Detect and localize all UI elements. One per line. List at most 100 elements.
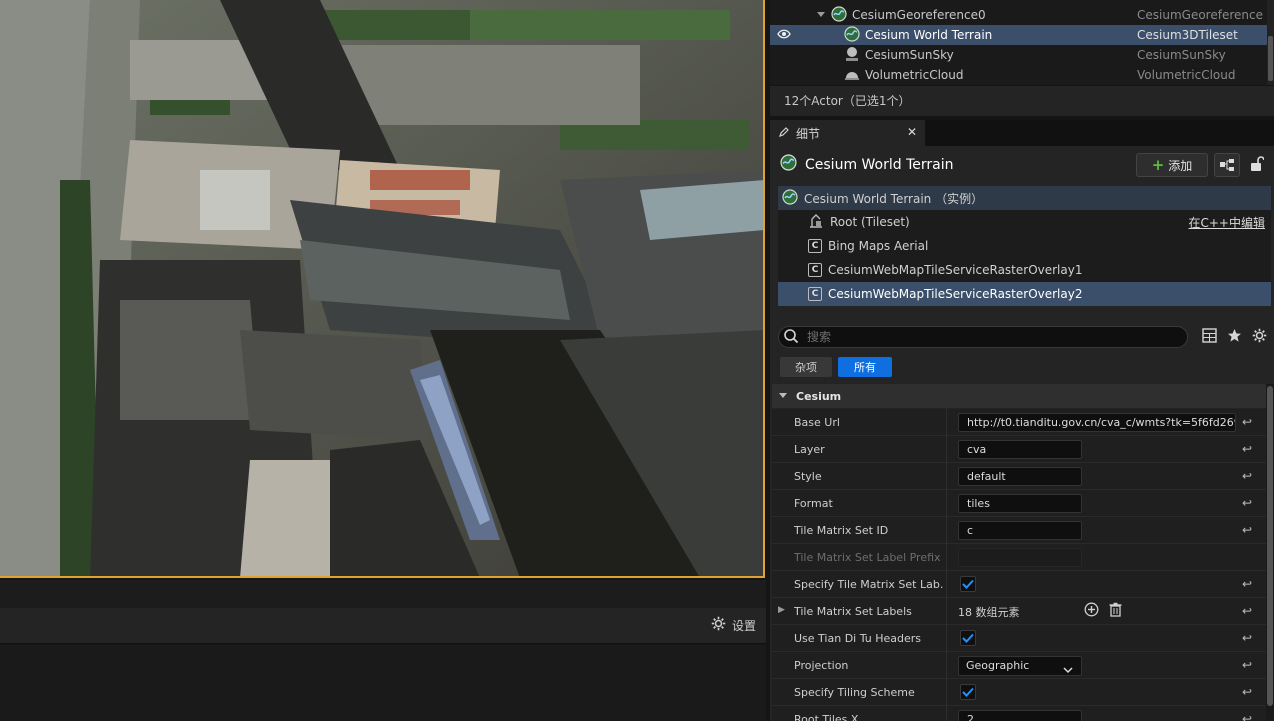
search-icon [783,328,799,347]
property-label: Layer [794,443,825,456]
outliner: CesiumGeoreference0 CesiumGeoreference C… [770,0,1274,85]
right-panel: CesiumGeoreference0 CesiumGeoreference C… [766,0,1274,721]
outliner-row-type: Cesium3DTileset [1137,28,1238,42]
category-header-cesium[interactable]: Cesium [772,384,1266,408]
actor-name[interactable]: Cesium World Terrain [805,157,954,173]
property-row-tile-matrix-set-id: Tile Matrix Set ID c ↩ [772,517,1266,544]
actor-header: Cesium World Terrain [780,154,954,175]
trash-icon[interactable] [1109,602,1122,623]
property-row-use-tian-di-tu-headers: Use Tian Di Tu Headers ↩ [772,625,1266,652]
close-icon[interactable]: ✕ [907,125,917,139]
star-icon[interactable] [1227,328,1242,346]
checkmark-icon [962,633,974,643]
eye-icon[interactable] [776,28,792,42]
component-instance-row[interactable]: Cesium World Terrain （实例） [778,186,1271,210]
search-input[interactable] [805,329,1165,345]
category-label: Cesium [796,389,842,403]
filter-all-button[interactable]: 所有 [838,357,892,377]
outliner-row-type: CesiumSunSky [1137,48,1226,62]
bottom-panel [0,645,766,721]
unlock-icon[interactable] [1250,156,1265,175]
outliner-row[interactable]: VolumetricCloud VolumetricCloud [770,65,1267,85]
outliner-row-type: VolumetricCloud [1137,68,1236,82]
specify-tiling-scheme-checkbox[interactable] [960,684,976,700]
globe-icon [780,154,797,175]
chevron-down-icon [1063,662,1073,680]
cpp-component-icon: C [808,263,822,277]
edit-in-cpp-link[interactable]: 在C++中编辑 [1189,214,1266,231]
property-row-format: Format tiles ↩ [772,490,1266,517]
details-search[interactable] [778,326,1188,348]
outliner-row-type: CesiumGeoreference [1137,8,1263,22]
details-scrollbar[interactable] [1266,384,1274,721]
use-tian-di-tu-headers-checkbox[interactable] [960,630,976,646]
settings-button[interactable]: 设置 [711,616,756,634]
property-label: Tile Matrix Set Label Prefix [794,551,941,564]
reset-arrow-icon[interactable]: ↩ [1242,712,1252,721]
property-label: Use Tian Di Tu Headers [794,632,922,645]
add-component-label: 添加 [1168,158,1193,173]
reset-arrow-icon[interactable]: ↩ [1242,577,1252,591]
outliner-row-selected[interactable]: Cesium World Terrain Cesium3DTileset [770,25,1267,45]
property-label: Specify Tiling Scheme [794,686,915,699]
specify-tile-matrix-set-labels-checkbox[interactable] [960,576,976,592]
tile-matrix-set-label-prefix-field [958,548,1082,567]
property-row-layer: Layer cva ↩ [772,436,1266,463]
expand-arrow-icon[interactable] [816,8,826,22]
property-label: Specify Tile Matrix Set Lab... [794,578,944,591]
layer-field[interactable]: cva [958,440,1082,459]
gear-icon [711,616,726,634]
plus-icon: + [1151,156,1165,174]
settings-label: 设置 [731,618,756,633]
component-row[interactable]: C CesiumWebMapTileServiceRasterOverlay1 [778,258,1271,282]
reset-arrow-icon[interactable]: ↩ [1242,469,1252,483]
details-view-options [1202,328,1267,346]
component-row[interactable]: C Bing Maps Aerial [778,234,1271,258]
add-element-icon[interactable] [1084,602,1099,623]
globe-icon [782,188,798,208]
property-label: Tile Matrix Set Labels [794,605,912,618]
reset-arrow-icon[interactable]: ↩ [1242,442,1252,456]
checkmark-icon [962,579,974,589]
property-row-specify-tile-matrix-set-labels: Specify Tile Matrix Set Lab... ↩ [772,571,1266,598]
component-label: CesiumWebMapTileServiceRasterOverlay1 [828,263,1083,277]
outliner-row-name: Cesium World Terrain [865,28,993,42]
reset-arrow-icon[interactable]: ↩ [1242,415,1252,429]
level-viewport[interactable] [0,0,765,578]
expand-arrow-icon[interactable]: ▶ [778,605,785,615]
outliner-row[interactable]: CesiumSunSky CesiumSunSky [770,45,1267,65]
cpp-component-icon: C [808,287,822,301]
filter-misc-button[interactable]: 杂项 [780,357,832,377]
component-row-selected[interactable]: C CesiumWebMapTileServiceRasterOverlay2 [778,282,1271,306]
pencil-icon [778,126,790,141]
reset-arrow-icon[interactable]: ↩ [1242,685,1252,699]
property-label: Root Tiles X [794,713,859,721]
reset-arrow-icon[interactable]: ↩ [1242,631,1252,645]
format-field[interactable]: tiles [958,494,1082,513]
reset-arrow-icon[interactable]: ↩ [1242,523,1252,537]
table-view-icon[interactable] [1202,328,1217,346]
details-tab-bar: 细节 ✕ [770,120,1274,146]
base-url-field[interactable]: http://t0.tianditu.gov.cn/cva_c/wmts?tk=… [958,413,1236,432]
reset-arrow-icon[interactable]: ↩ [1242,658,1252,672]
gear-icon[interactable] [1252,328,1267,346]
component-label: Bing Maps Aerial [828,239,929,253]
sun-sky-icon [844,46,860,65]
blueprint-button[interactable] [1214,153,1240,177]
reset-arrow-icon[interactable]: ↩ [1242,604,1252,618]
blueprint-icon [1220,159,1234,171]
property-label: Base Url [794,416,840,429]
style-field[interactable]: default [958,467,1082,486]
array-count: 18 数组元素 [958,606,1020,619]
component-root-row[interactable]: Root (Tileset) 在C++中编辑 [778,210,1271,234]
component-label: CesiumWebMapTileServiceRasterOverlay2 [828,287,1083,301]
outliner-scrollbar[interactable] [1267,0,1274,85]
projection-dropdown[interactable]: Geographic [958,656,1082,676]
reset-arrow-icon[interactable]: ↩ [1242,496,1252,510]
outliner-row[interactable]: CesiumGeoreference0 CesiumGeoreference [770,5,1267,25]
tile-matrix-set-id-field[interactable]: c [958,521,1082,540]
add-component-button[interactable]: + 添加 [1136,153,1208,177]
tab-details[interactable]: 细节 ✕ [770,120,925,146]
property-row-style: Style default ↩ [772,463,1266,490]
root-tiles-x-field[interactable]: 2 [958,710,1082,721]
